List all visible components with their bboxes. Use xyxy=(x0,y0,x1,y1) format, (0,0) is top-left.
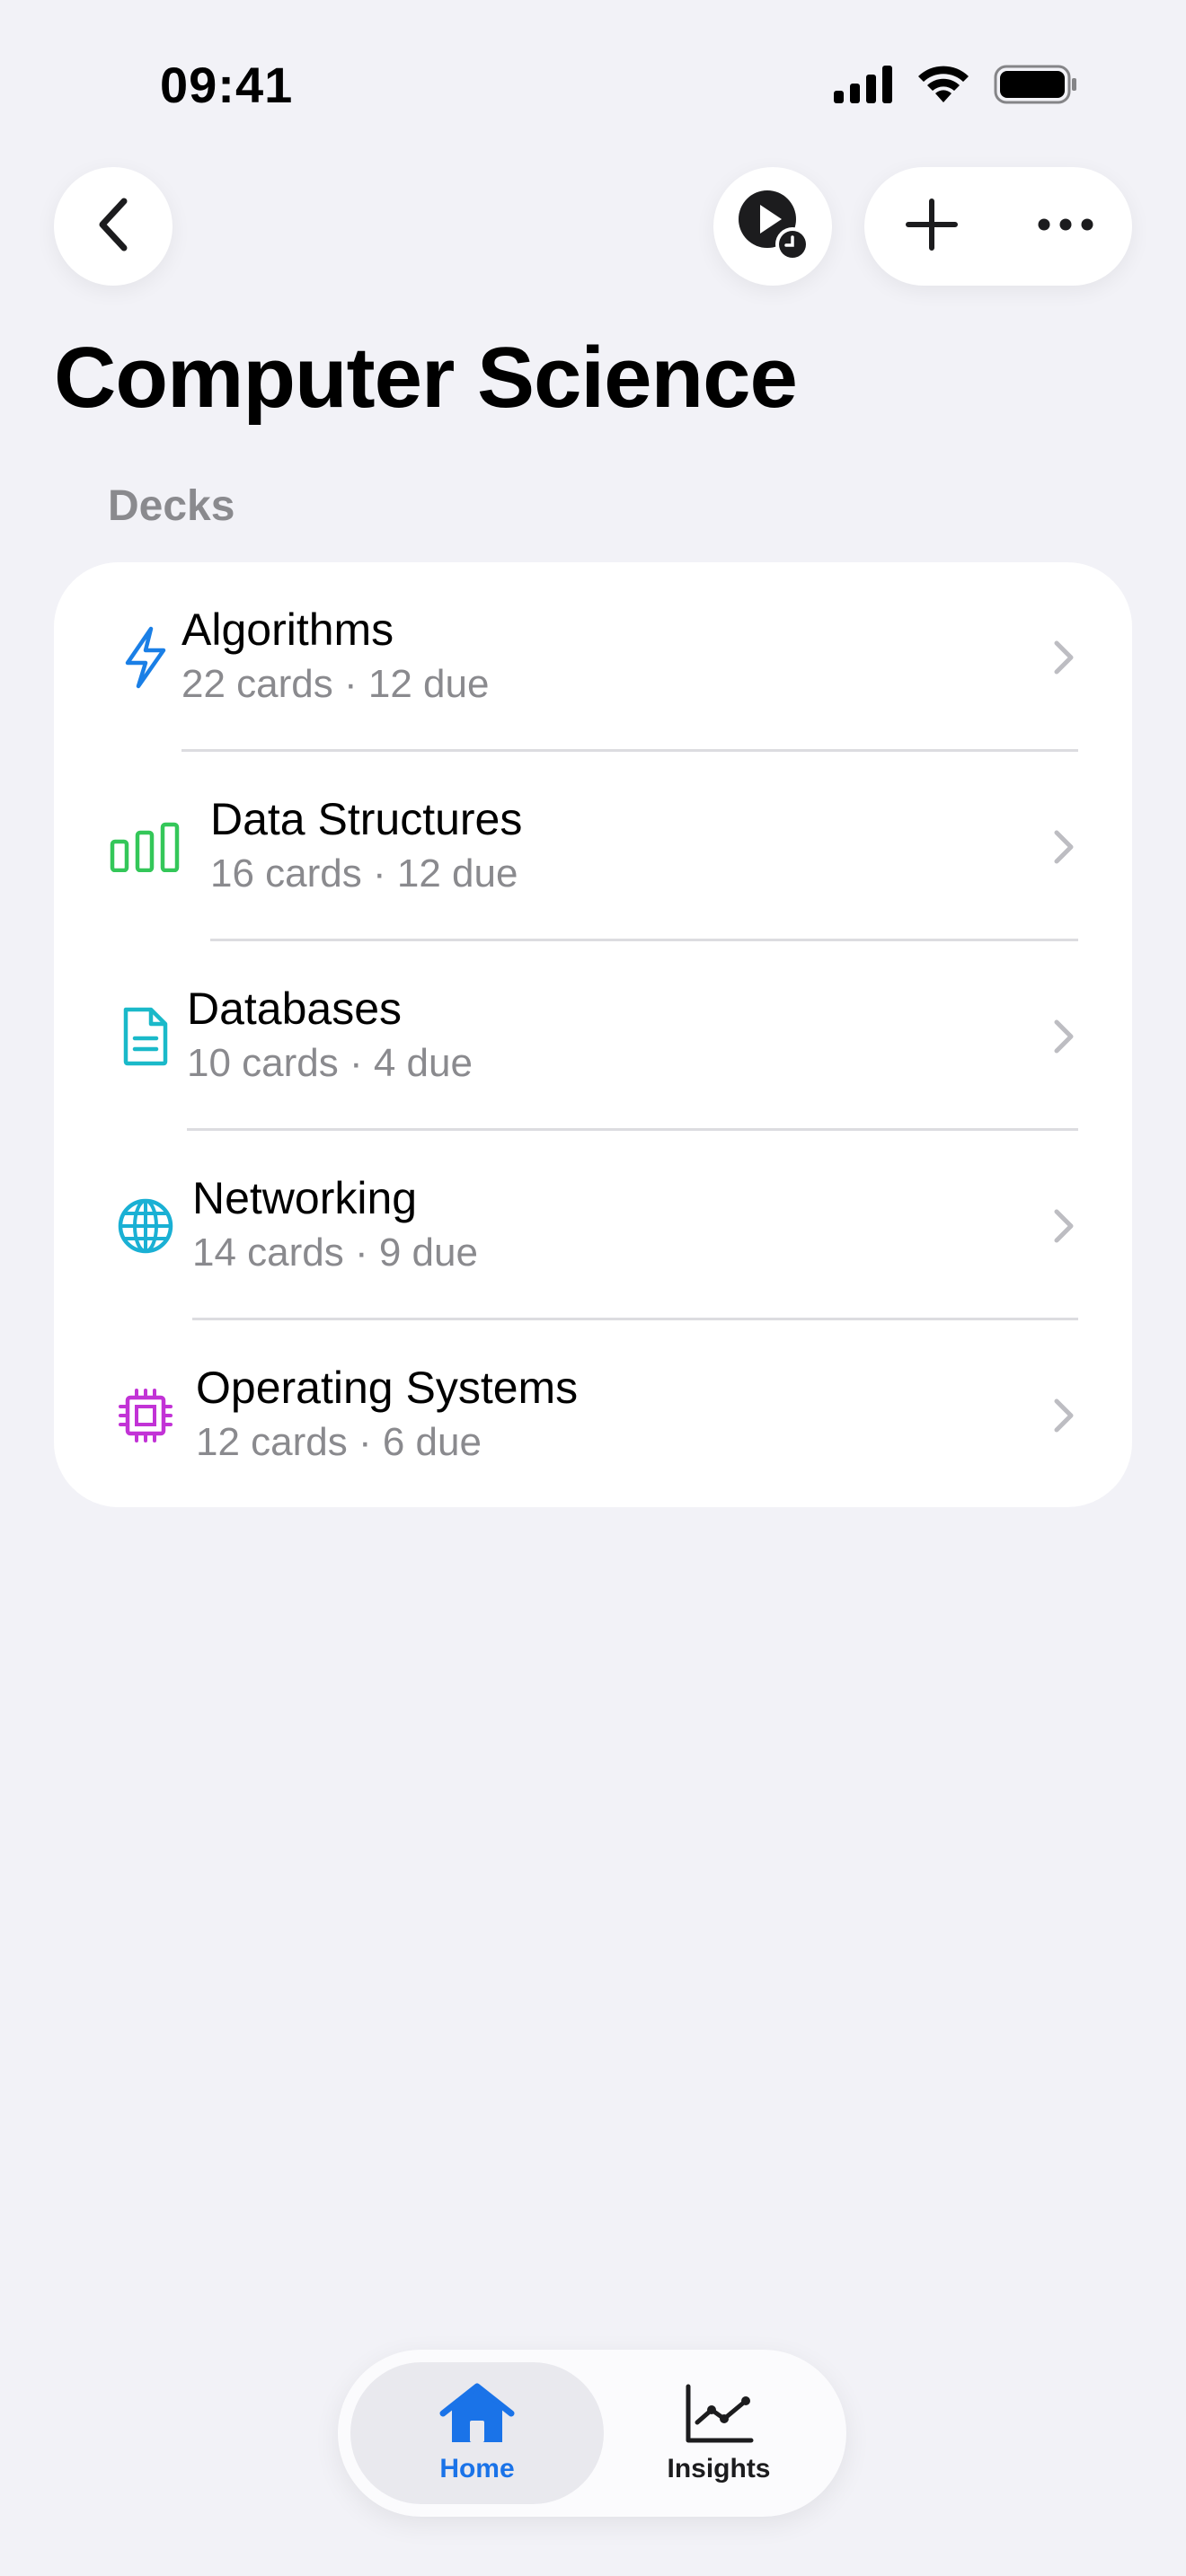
chevron-right-icon xyxy=(1046,1201,1082,1251)
battery-icon xyxy=(994,65,1078,109)
line-chart-icon xyxy=(683,2383,755,2450)
play-schedule-icon xyxy=(735,187,810,267)
tab-label: Insights xyxy=(667,2453,771,2483)
globe-icon xyxy=(110,1190,181,1262)
chevron-right-icon xyxy=(1046,822,1082,872)
tab-insights[interactable]: Insights xyxy=(604,2362,834,2504)
deck-list: Algorithms 22 cards · 12 due Data Struct… xyxy=(54,562,1132,1507)
deck-row-data-structures[interactable]: Data Structures 16 cards · 12 due xyxy=(54,752,1132,941)
tab-home[interactable]: Home xyxy=(350,2362,604,2504)
deck-meta: 10 cards · 4 due xyxy=(187,1041,473,1085)
actions-pill xyxy=(864,167,1132,286)
cellular-signal-icon xyxy=(834,66,893,108)
chevron-right-icon xyxy=(1046,1011,1082,1062)
wifi-icon xyxy=(916,65,970,109)
house-icon xyxy=(439,2383,515,2450)
back-button[interactable] xyxy=(54,167,173,286)
deck-row-algorithms[interactable]: Algorithms 22 cards · 12 due xyxy=(54,562,1132,752)
lightning-icon xyxy=(110,622,181,693)
tab-label: Home xyxy=(439,2453,515,2483)
status-icons xyxy=(834,65,1078,109)
deck-name: Operating Systems xyxy=(196,1363,579,1413)
add-button[interactable] xyxy=(864,167,998,286)
deck-name: Algorithms xyxy=(181,604,394,655)
deck-meta: 16 cards · 12 due xyxy=(210,851,518,895)
play-study-button[interactable] xyxy=(713,167,832,286)
ellipsis-icon xyxy=(1037,217,1094,236)
deck-meta: 14 cards · 9 due xyxy=(192,1231,478,1275)
tab-bar: Home Insights xyxy=(338,2350,846,2517)
more-button[interactable] xyxy=(998,167,1132,286)
plus-icon xyxy=(905,198,959,256)
document-icon xyxy=(110,1001,181,1072)
deck-row-operating-systems[interactable]: Operating Systems 12 cards · 6 due xyxy=(54,1320,1132,1507)
deck-name: Databases xyxy=(187,984,403,1034)
section-header-decks: Decks xyxy=(108,482,235,530)
status-time: 09:41 xyxy=(160,57,294,113)
deck-meta: 22 cards · 12 due xyxy=(181,662,490,706)
chevron-left-icon xyxy=(93,196,133,258)
deck-meta: 12 cards · 6 due xyxy=(196,1420,482,1464)
deck-name: Data Structures xyxy=(210,794,523,844)
cpu-chip-icon xyxy=(110,1380,181,1451)
chevron-right-icon xyxy=(1046,632,1082,683)
bar-chart-icon xyxy=(110,811,181,883)
chevron-right-icon xyxy=(1046,1390,1082,1441)
deck-name: Networking xyxy=(192,1173,418,1223)
deck-row-databases[interactable]: Databases 10 cards · 4 due xyxy=(54,941,1132,1131)
status-bar: 09:41 xyxy=(0,0,1186,171)
page-title: Computer Science xyxy=(54,330,798,426)
deck-row-networking[interactable]: Networking 14 cards · 9 due xyxy=(54,1131,1132,1320)
